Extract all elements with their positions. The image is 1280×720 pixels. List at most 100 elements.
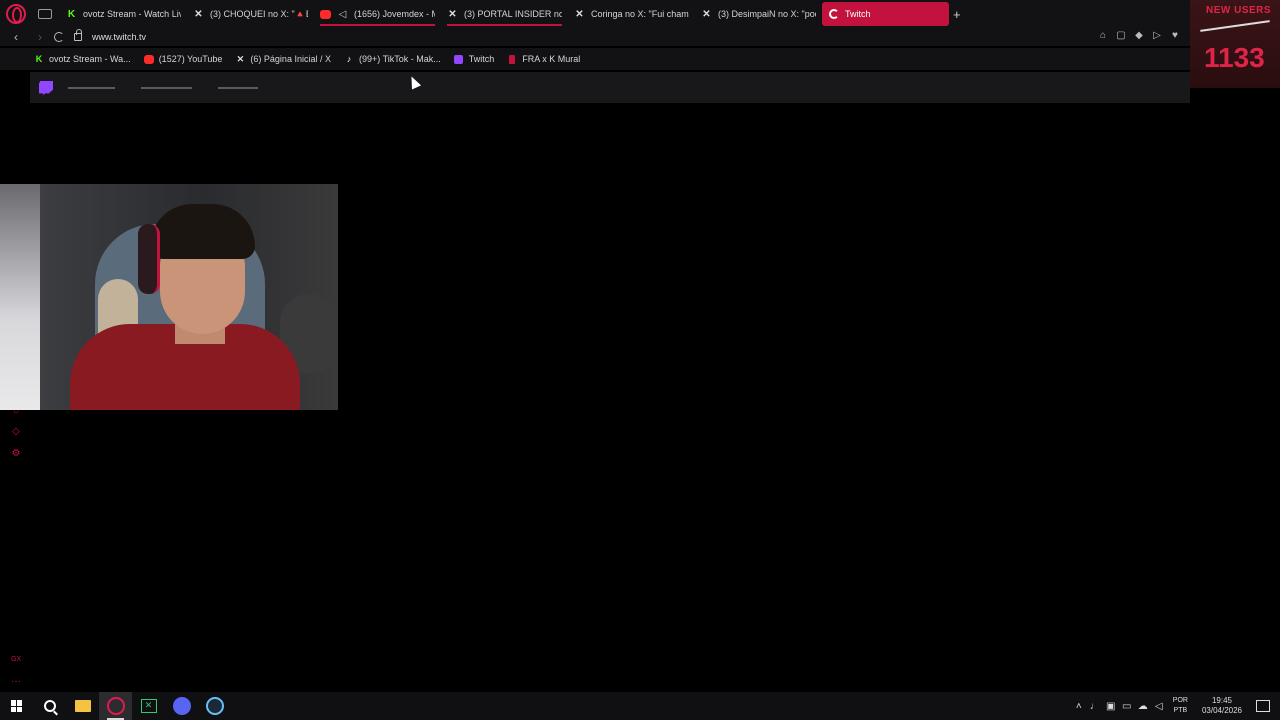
overlay-label: NEW USERS xyxy=(1206,5,1272,16)
address-bar: ‹ › www.twitch.tv ⌂ ▢ ◆ ▷ ♥ xyxy=(0,28,1280,46)
speaker-mute-icon[interactable]: ◁ xyxy=(337,9,348,20)
network-icon[interactable]: ▭ xyxy=(1119,701,1135,712)
bookmark-label: (1527) YouTube xyxy=(158,54,223,64)
nav-skeleton-3 xyxy=(218,87,258,89)
youtube-icon xyxy=(143,54,154,64)
opera-gx-button[interactable] xyxy=(99,692,132,720)
tab-title: (3) PORTAL INSIDER no X xyxy=(464,9,562,19)
tab-title: (1656) Jovemdex - M xyxy=(354,9,435,19)
webcam-feed xyxy=(0,184,338,410)
lock-icon[interactable] xyxy=(74,29,82,41)
bookmark-label: Twitch xyxy=(468,54,495,64)
sidebar-gx-icon[interactable]: GX xyxy=(10,656,22,668)
snapshot-icon[interactable]: ▢ xyxy=(1116,30,1126,41)
system-tray: ˄ ♩ ▣ ▭ ☁ ◁ POR PTB 19:45 03/04/2026 xyxy=(1071,692,1280,720)
search-icon xyxy=(43,700,56,712)
flag-icon xyxy=(507,54,517,64)
pin-icon[interactable]: ⌂ xyxy=(1098,30,1108,41)
volume-icon[interactable]: ◁ xyxy=(1151,701,1167,712)
sidebar-more-icon[interactable]: ··· xyxy=(10,676,22,688)
display-icon[interactable]: ▣ xyxy=(1103,701,1119,712)
folder-icon xyxy=(74,700,91,712)
tab-menu-icon[interactable] xyxy=(38,9,52,19)
sidebar-settings-icon[interactable]: ⚙ xyxy=(10,448,22,460)
lang-bottom: PTB xyxy=(1173,707,1188,714)
x-icon: ✕ xyxy=(702,8,711,20)
address-actions: ⌂ ▢ ◆ ▷ ♥ xyxy=(1098,30,1180,41)
tab-x-choquei[interactable]: ✕ (3) CHOQUEI no X: "🔺BR xyxy=(187,2,314,26)
notification-icon[interactable] xyxy=(1256,700,1270,712)
x-icon: ✕ xyxy=(448,8,457,20)
microphone-icon[interactable]: ♩ xyxy=(1087,701,1103,712)
excel-icon: ✕ xyxy=(140,699,157,713)
bookmark-youtube[interactable]: (1527) YouTube xyxy=(143,54,223,64)
tab-title: Coringa no X: "Fui chama xyxy=(591,9,689,19)
bookmark-tiktok[interactable]: ♪ (99+) TikTok - Mak... xyxy=(344,54,441,64)
bookmark-label: ovotz Stream - Wa... xyxy=(49,54,131,64)
twitch-logo-icon[interactable] xyxy=(39,81,53,95)
tab-title: Twitch xyxy=(845,9,871,19)
tiktok-icon: ♪ xyxy=(346,54,352,64)
url-field[interactable]: www.twitch.tv xyxy=(54,29,146,42)
stream-overlay-widget: NEW USERS 1133 xyxy=(1190,0,1280,88)
opera-logo-icon[interactable] xyxy=(6,4,26,24)
discord-icon xyxy=(172,697,191,715)
discord-button[interactable] xyxy=(165,692,198,720)
kick-icon: K xyxy=(67,8,76,20)
clock-time: 19:45 xyxy=(1211,696,1232,705)
x-icon: ✕ xyxy=(236,53,245,64)
bookmark-kick[interactable]: K ovotz Stream - Wa... xyxy=(34,54,131,64)
twitch-icon xyxy=(454,54,464,64)
bookmark-label: FRA x K Mural xyxy=(522,54,581,64)
tab-x-coringa[interactable]: ✕ Coringa no X: "Fui chama xyxy=(568,2,695,26)
url-text[interactable]: www.twitch.tv xyxy=(92,32,146,42)
sidebar-bell-icon[interactable]: ◇ xyxy=(10,426,22,438)
windows-taskbar: ✕ ˄ ♩ ▣ ▭ ☁ ◁ POR PTB 19:45 03/04/2026 xyxy=(0,692,1280,720)
youtube-icon xyxy=(320,9,331,20)
tab-title: ovotz Stream - Watch Live xyxy=(83,9,181,19)
bookmark-mural[interactable]: FRA x K Mural xyxy=(507,54,580,64)
bookmarks-bar: K ovotz Stream - Wa... (1527) YouTube ✕ … xyxy=(0,48,1280,70)
play-icon[interactable]: ▷ xyxy=(1152,30,1162,41)
loading-spinner-icon xyxy=(828,9,839,20)
tab-title: (3) CHOQUEI no X: "🔺BR xyxy=(210,8,308,19)
tab-twitch[interactable]: Twitch xyxy=(822,2,949,26)
tab-title: (3) DesimpaiN no X: "pode xyxy=(718,9,816,19)
windows-logo-icon xyxy=(10,700,23,712)
overlay-wave xyxy=(1200,20,1270,32)
clock[interactable]: 19:45 03/04/2026 xyxy=(1202,696,1242,716)
reload-spinner-icon[interactable] xyxy=(54,32,64,42)
nav-skeleton-2 xyxy=(141,87,192,89)
bookmark-label: (99+) TikTok - Mak... xyxy=(358,54,441,64)
x-icon: ✕ xyxy=(194,8,203,20)
shield-icon[interactable]: ◆ xyxy=(1134,30,1144,41)
steam-button[interactable] xyxy=(198,692,231,720)
nav-skeleton-1 xyxy=(68,87,115,89)
opera-gx-icon xyxy=(106,697,125,715)
excel-button[interactable]: ✕ xyxy=(132,692,165,720)
file-explorer-button[interactable] xyxy=(66,692,99,720)
search-button[interactable] xyxy=(33,692,66,720)
start-button[interactable] xyxy=(0,692,33,720)
tab-x-desimpain[interactable]: ✕ (3) DesimpaiN no X: "pode xyxy=(695,2,822,26)
tab-youtube[interactable]: ◁ (1656) Jovemdex - M xyxy=(314,2,441,26)
bookmark-x[interactable]: ✕ (6) Página Inicial / X xyxy=(235,53,331,65)
new-tab-button[interactable]: + xyxy=(953,7,967,22)
tab-kick[interactable]: K ovotz Stream - Watch Live xyxy=(60,2,187,26)
forward-button[interactable]: › xyxy=(32,30,48,44)
tab-x-portal[interactable]: ✕ (3) PORTAL INSIDER no X xyxy=(441,2,568,26)
language-indicator[interactable]: POR PTB xyxy=(1173,696,1188,716)
bookmark-twitch[interactable]: Twitch xyxy=(454,54,495,64)
lang-top: POR xyxy=(1172,697,1188,704)
cloud-icon[interactable]: ☁ xyxy=(1135,701,1151,712)
steam-icon xyxy=(205,697,224,715)
screen: K ovotz Stream - Watch Live ✕ (3) CHOQUE… xyxy=(0,0,1280,720)
clock-date: 03/04/2026 xyxy=(1201,706,1242,715)
back-button[interactable]: ‹ xyxy=(8,30,24,44)
bookmark-label: (6) Página Inicial / X xyxy=(250,54,331,64)
overlay-count: 1133 xyxy=(1204,42,1265,73)
x-icon: ✕ xyxy=(575,8,584,20)
chevron-up-icon[interactable]: ˄ xyxy=(1071,701,1087,712)
tab-list: K ovotz Stream - Watch Live ✕ (3) CHOQUE… xyxy=(60,0,949,28)
heart-icon[interactable]: ♥ xyxy=(1170,30,1180,41)
